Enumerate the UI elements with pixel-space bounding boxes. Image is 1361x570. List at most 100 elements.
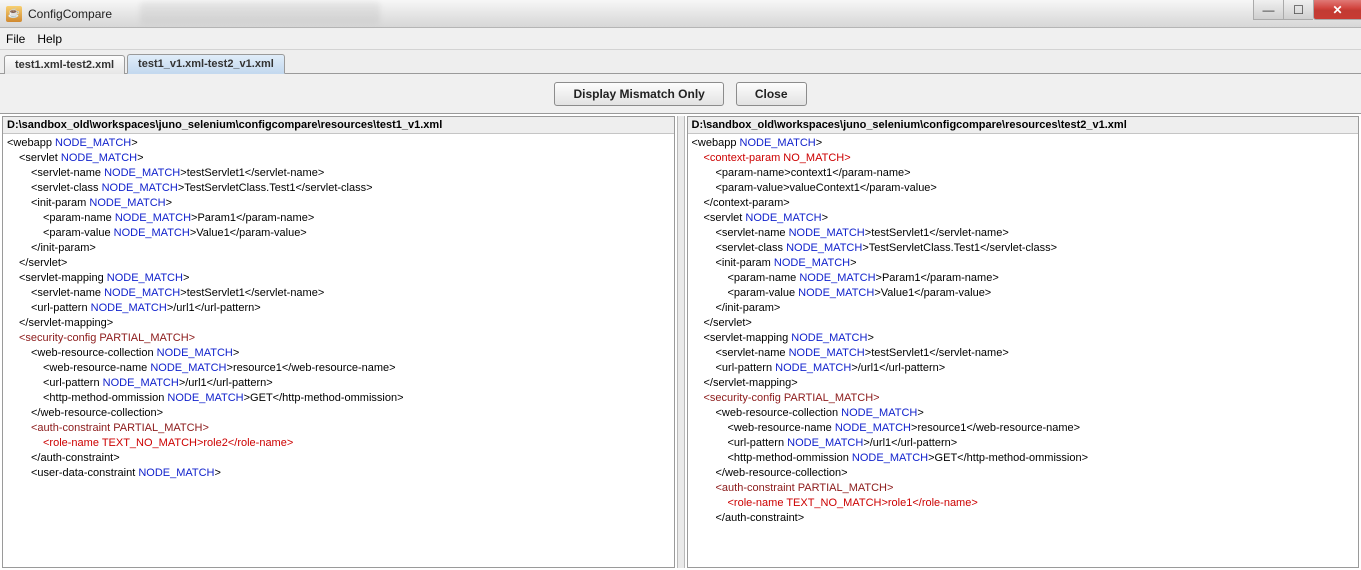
code-segment: <role-name bbox=[728, 497, 787, 509]
code-segment: <servlet-name bbox=[716, 347, 789, 359]
code-segment: > bbox=[233, 347, 239, 359]
code-segment: NODE_MATCH bbox=[799, 272, 875, 284]
code-segment: <init-param bbox=[31, 197, 89, 209]
code-segment: <web-resource-collection bbox=[31, 347, 157, 359]
code-segment: NODE_MATCH bbox=[55, 137, 131, 149]
code-line: </servlet-mapping> bbox=[7, 316, 670, 331]
code-segment: TEXT_NO_MATCH bbox=[786, 497, 881, 509]
code-segment: <servlet-name bbox=[31, 287, 104, 299]
close-window-button[interactable]: ✕ bbox=[1313, 0, 1361, 20]
code-segment: </context-param> bbox=[704, 197, 790, 209]
code-segment: NODE_MATCH bbox=[745, 212, 821, 224]
code-segment: >testServlet1</servlet-name> bbox=[180, 287, 324, 299]
code-segment: </servlet-mapping> bbox=[19, 317, 113, 329]
code-segment: >testServlet1</servlet-name> bbox=[865, 347, 1009, 359]
code-segment: >/url1</url-pattern> bbox=[179, 377, 273, 389]
code-segment: >GET</http-method-ommission> bbox=[244, 392, 404, 404]
code-segment: > bbox=[166, 197, 172, 209]
code-segment: > bbox=[137, 152, 143, 164]
code-line: <web-resource-collection NODE_MATCH> bbox=[692, 406, 1355, 421]
code-segment: NODE_MATCH bbox=[107, 272, 183, 284]
code-line: </web-resource-collection> bbox=[7, 406, 670, 421]
code-line: </servlet> bbox=[7, 256, 670, 271]
splitter[interactable] bbox=[677, 116, 685, 568]
code-line: <http-method-ommission NODE_MATCH>GET</h… bbox=[7, 391, 670, 406]
code-segment: <servlet bbox=[19, 152, 61, 164]
window-title: ConfigCompare bbox=[28, 7, 112, 21]
code-line: <http-method-ommission NODE_MATCH>GET</h… bbox=[692, 451, 1355, 466]
code-segment: > bbox=[887, 482, 893, 494]
code-segment: NODE_MATCH bbox=[798, 287, 874, 299]
code-segment: <web-resource-name bbox=[43, 362, 150, 374]
code-segment: <param-value>valueContext1</param-value> bbox=[716, 182, 937, 194]
code-segment: <servlet-class bbox=[31, 182, 102, 194]
code-segment: NODE_MATCH bbox=[138, 467, 214, 479]
code-segment: > bbox=[183, 272, 189, 284]
code-segment: NODE_MATCH bbox=[150, 362, 226, 374]
code-segment: <auth-constraint bbox=[31, 422, 113, 434]
code-line: <init-param NODE_MATCH> bbox=[692, 256, 1355, 271]
code-segment: <url-pattern bbox=[31, 302, 91, 314]
code-segment: >Value1</param-value> bbox=[874, 287, 991, 299]
code-line: <servlet-name NODE_MATCH>testServlet1</s… bbox=[7, 166, 670, 181]
code-segment: > bbox=[822, 212, 828, 224]
code-line: <context-param NO_MATCH> bbox=[692, 151, 1355, 166]
left-content[interactable]: <webapp NODE_MATCH><servlet NODE_MATCH><… bbox=[3, 134, 674, 567]
code-segment: > bbox=[873, 392, 879, 404]
display-mismatch-button[interactable]: Display Mismatch Only bbox=[554, 82, 723, 106]
code-line: <role-name TEXT_NO_MATCH>role1</role-nam… bbox=[692, 496, 1355, 511]
code-segment: </init-param> bbox=[31, 242, 96, 254]
maximize-button[interactable]: ☐ bbox=[1283, 0, 1313, 20]
titlebar[interactable]: ☕ ConfigCompare — ☐ ✕ bbox=[0, 0, 1361, 28]
code-line: <servlet-name NODE_MATCH>testServlet1</s… bbox=[692, 346, 1355, 361]
code-segment: <role-name bbox=[43, 437, 102, 449]
code-line: <param-value>valueContext1</param-value> bbox=[692, 181, 1355, 196]
code-segment: <webapp bbox=[692, 137, 740, 149]
code-segment: NODE_MATCH bbox=[91, 302, 167, 314]
code-segment: >resource1</web-resource-name> bbox=[911, 422, 1080, 434]
code-segment: >Param1</param-name> bbox=[191, 212, 314, 224]
left-pane: D:\sandbox_old\workspaces\juno_selenium\… bbox=[2, 116, 675, 568]
menu-help[interactable]: Help bbox=[37, 32, 62, 46]
code-segment: >role2</role-name> bbox=[197, 437, 293, 449]
code-line: </web-resource-collection> bbox=[692, 466, 1355, 481]
code-segment: > bbox=[850, 257, 856, 269]
code-line: <param-name NODE_MATCH>Param1</param-nam… bbox=[7, 211, 670, 226]
code-segment: NODE_MATCH bbox=[167, 392, 243, 404]
code-segment: <servlet-class bbox=[716, 242, 787, 254]
left-file-path: D:\sandbox_old\workspaces\juno_selenium\… bbox=[3, 117, 674, 134]
code-line: <web-resource-name NODE_MATCH>resource1<… bbox=[7, 361, 670, 376]
code-line: </servlet> bbox=[692, 316, 1355, 331]
right-content[interactable]: <webapp NODE_MATCH><context-param NO_MAT… bbox=[688, 134, 1359, 567]
code-line: <param-value NODE_MATCH>Value1</param-va… bbox=[692, 286, 1355, 301]
minimize-button[interactable]: — bbox=[1253, 0, 1283, 20]
menubar: File Help bbox=[0, 28, 1361, 50]
code-line: <servlet-class NODE_MATCH>TestServletCla… bbox=[692, 241, 1355, 256]
code-segment: </init-param> bbox=[716, 302, 781, 314]
code-line: <role-name TEXT_NO_MATCH>role2</role-nam… bbox=[7, 436, 670, 451]
close-button[interactable]: Close bbox=[736, 82, 807, 106]
code-segment: <servlet-name bbox=[716, 227, 789, 239]
menu-file[interactable]: File bbox=[6, 32, 25, 46]
code-segment: <url-pattern bbox=[716, 362, 776, 374]
code-segment: NODE_MATCH bbox=[835, 422, 911, 434]
code-segment: <web-resource-collection bbox=[716, 407, 842, 419]
code-segment: >testServlet1</servlet-name> bbox=[180, 167, 324, 179]
tab-compare-2[interactable]: test1_v1.xml-test2_v1.xml bbox=[127, 54, 285, 74]
code-segment: NODE_MATCH bbox=[115, 212, 191, 224]
code-segment: >resource1</web-resource-name> bbox=[227, 362, 396, 374]
code-segment: NODE_MATCH bbox=[740, 137, 816, 149]
code-segment: NODE_MATCH bbox=[852, 452, 928, 464]
code-segment: NODE_MATCH bbox=[774, 257, 850, 269]
tab-compare-1[interactable]: test1.xml-test2.xml bbox=[4, 55, 125, 74]
code-segment: <param-name bbox=[43, 212, 115, 224]
tabstrip: test1.xml-test2.xml test1_v1.xml-test2_v… bbox=[0, 50, 1361, 74]
code-segment: NODE_MATCH bbox=[789, 347, 865, 359]
code-segment: >/url1</url-pattern> bbox=[863, 437, 957, 449]
code-segment: <user-data-constraint bbox=[31, 467, 138, 479]
code-segment: <security-config bbox=[19, 332, 99, 344]
code-segment: > bbox=[215, 467, 221, 479]
code-segment: PARTIAL_MATCH bbox=[113, 422, 202, 434]
code-line: <url-pattern NODE_MATCH>/url1</url-patte… bbox=[692, 436, 1355, 451]
app-window: ☕ ConfigCompare — ☐ ✕ File Help test1.xm… bbox=[0, 0, 1361, 570]
